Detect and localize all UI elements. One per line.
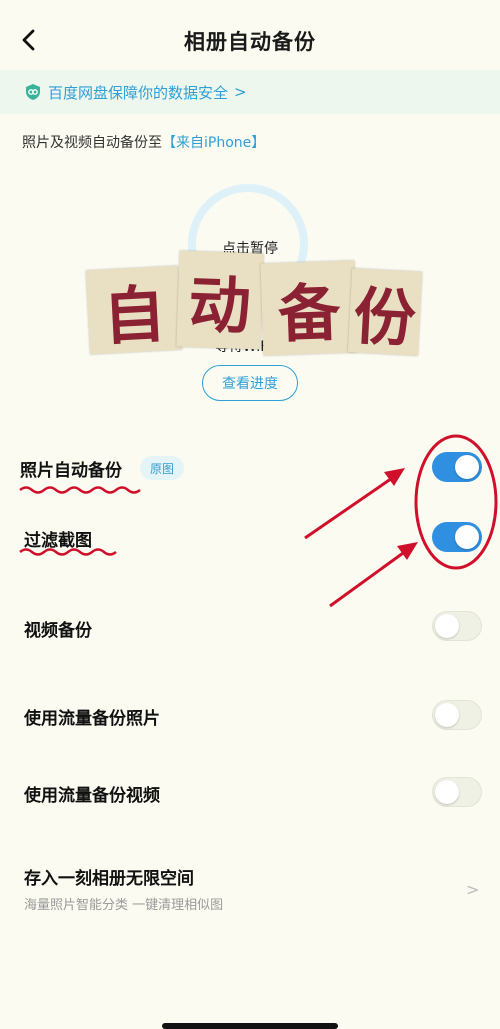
banner-text: 百度网盘保障你的数据安全 <box>48 83 229 102</box>
filter-screenshots-toggle[interactable] <box>432 522 482 552</box>
arrow-head <box>397 542 418 560</box>
setting-photo-backup-label: 照片自动备份 <box>20 461 122 481</box>
original-quality-badge[interactable]: 原图 <box>140 456 185 480</box>
toggle-knob <box>455 455 479 479</box>
storage-subtitle: 海量照片智能分类 一键清理相似图 <box>24 898 224 913</box>
destination-prefix: 照片及视频自动备份至 <box>22 135 162 151</box>
security-banner[interactable]: 百度网盘保障你的数据安全 > <box>0 70 500 114</box>
page-title: 相册自动备份 <box>184 30 316 54</box>
photo-backup-toggle[interactable] <box>432 452 482 482</box>
overlay-char: 份 <box>351 279 418 356</box>
view-progress-button[interactable]: 查看进度 <box>202 365 298 401</box>
overlay-char-tile: 份 <box>347 268 423 356</box>
shield-icon <box>26 84 40 100</box>
storage-row[interactable]: 存入一刻相册无限空间 海量照片智能分类 一键清理相似图 > <box>0 858 500 922</box>
destination-link[interactable]: 【来自iPhone】 <box>162 135 265 151</box>
overlay-char: 自 <box>101 277 168 354</box>
home-indicator <box>162 1023 338 1029</box>
overlay-char-tile: 自 <box>85 265 183 355</box>
arrow-line <box>304 472 399 540</box>
arrow-head <box>384 468 405 486</box>
toggle-knob <box>435 703 459 727</box>
setting-cellular-photos-label: 使用流量备份照片 <box>24 709 160 729</box>
overlay-char: 备 <box>276 275 342 352</box>
overlay-char-tile: 动 <box>176 250 264 350</box>
toggle-knob <box>455 525 479 549</box>
arrow-line <box>329 546 411 608</box>
overlay-char-tile: 备 <box>260 260 358 356</box>
overlay-char: 动 <box>187 267 253 344</box>
setting-video-backup-label: 视频备份 <box>24 621 92 641</box>
chevron-right-icon: > <box>466 880 480 899</box>
video-backup-toggle[interactable] <box>432 611 482 641</box>
chevron-right-icon: > <box>234 83 247 101</box>
toggle-knob <box>435 614 459 638</box>
storage-title: 存入一刻相册无限空间 <box>24 869 194 889</box>
backup-destination: 照片及视频自动备份至【来自iPhone】 <box>22 132 265 152</box>
setting-filter-screenshots-label: 过滤截图 <box>24 531 92 551</box>
cellular-photos-toggle[interactable] <box>432 700 482 730</box>
underline-squiggle <box>19 486 141 494</box>
toggle-knob <box>435 780 459 804</box>
cellular-videos-toggle[interactable] <box>432 777 482 807</box>
setting-cellular-videos-label: 使用流量备份视频 <box>24 786 160 806</box>
